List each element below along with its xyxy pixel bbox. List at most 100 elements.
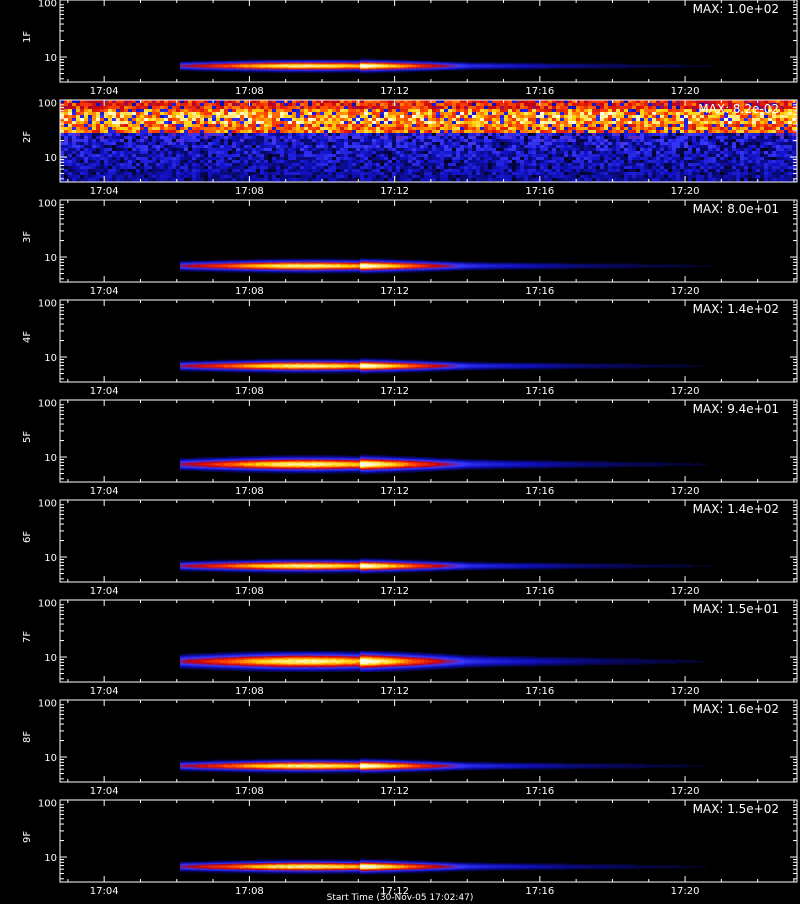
heatmap-cell [548, 172, 552, 175]
heatmap-cell [320, 121, 324, 124]
heatmap-cell [368, 139, 372, 142]
heatmap-cell [152, 112, 156, 115]
heatmap-cell [284, 109, 288, 112]
heatmap-cell [560, 124, 564, 127]
heatmap-cell [532, 136, 536, 139]
heatmap-cell [528, 130, 532, 133]
heatmap-cell [212, 154, 216, 157]
heatmap-cell [356, 136, 360, 139]
heatmap-cell [368, 163, 372, 166]
heatmap-cell [164, 139, 168, 142]
heatmap-cell [100, 133, 104, 136]
heatmap-cell [200, 172, 204, 175]
heatmap-cell [148, 178, 152, 181]
heatmap-cell [304, 109, 308, 112]
heatmap-cell [368, 169, 372, 172]
heatmap-cell [496, 142, 500, 145]
heatmap-cell [544, 169, 548, 172]
heatmap-cell [428, 124, 432, 127]
heatmap-cell [552, 166, 556, 169]
heatmap-cell [168, 115, 172, 118]
heatmap-cell [352, 175, 356, 178]
heatmap-cell [268, 139, 272, 142]
heatmap-cell [132, 148, 136, 151]
heatmap-cell [460, 175, 464, 178]
heatmap-cell [516, 160, 520, 163]
heatmap-cell [436, 127, 440, 130]
heatmap-cell [292, 169, 296, 172]
heatmap-cell [176, 145, 180, 148]
heatmap-cell [480, 136, 484, 139]
heatmap-cell [92, 172, 96, 175]
heatmap-cell [104, 154, 108, 157]
heatmap-cell [428, 121, 432, 124]
heatmap-cell [120, 103, 124, 106]
heatmap-cell [316, 169, 320, 172]
heatmap-cell [444, 112, 448, 115]
heatmap-cell [572, 163, 576, 166]
heatmap-cell [228, 172, 232, 175]
heatmap-cell [428, 145, 432, 148]
heatmap-cell [484, 178, 488, 181]
heatmap-cell [304, 154, 308, 157]
heatmap-cell [376, 166, 380, 169]
heatmap-cell [76, 178, 80, 181]
heatmap-cell [496, 139, 500, 142]
heatmap-cell [144, 169, 148, 172]
heatmap-cell [404, 148, 408, 151]
heatmap-cell [448, 133, 452, 136]
heatmap-cell [192, 115, 196, 118]
heatmap-cell [444, 121, 448, 124]
heatmap-cell [396, 178, 400, 181]
heatmap-cell [248, 169, 252, 172]
heatmap-cell [392, 145, 396, 148]
heatmap-cell [404, 151, 408, 154]
heatmap-cell [328, 130, 332, 133]
heatmap-cell [224, 160, 228, 163]
heatmap-cell [384, 172, 388, 175]
heatmap-cell [476, 133, 480, 136]
heatmap-cell [168, 172, 172, 175]
heatmap-cell [280, 148, 284, 151]
heatmap-cell [584, 109, 588, 112]
heatmap-cell [296, 133, 300, 136]
heatmap-cell [364, 112, 368, 115]
heatmap-cell [356, 118, 360, 121]
heatmap-cell [580, 130, 584, 133]
heatmap-cell [504, 112, 508, 115]
heatmap-cell [208, 71, 212, 72]
heatmap-cell [96, 169, 100, 172]
heatmap-cell [528, 142, 532, 145]
heatmap-cell [412, 178, 416, 181]
heatmap-cell [100, 175, 104, 178]
heatmap-cell [148, 160, 152, 163]
spectrogram-svg: 1001017:0417:0817:1217:1617:201FMAX: 1.0… [0, 0, 800, 900]
heatmap-cell [296, 178, 300, 181]
heatmap-cell [268, 112, 272, 115]
heatmap-cell [508, 175, 512, 178]
heatmap-cell [432, 178, 436, 181]
heatmap-cell [300, 103, 304, 106]
heatmap-cell [520, 172, 524, 175]
heatmap-cell [340, 172, 344, 175]
heatmap-cell [260, 172, 264, 175]
heatmap-cell [372, 169, 376, 172]
heatmap-cell [60, 115, 64, 118]
y-tick-label: 10 [44, 53, 57, 64]
heatmap-cell [172, 166, 176, 169]
heatmap-cell [560, 133, 564, 136]
heatmap-cell [248, 166, 252, 169]
heatmap-cell [336, 145, 340, 148]
heatmap-cell [240, 133, 244, 136]
heatmap-cell [68, 112, 72, 115]
heatmap-cell [96, 127, 100, 130]
heatmap-cell [464, 109, 468, 112]
heatmap-cell [292, 115, 296, 118]
heatmap-cell [204, 154, 208, 157]
heatmap-cell [616, 68, 620, 69]
heatmap-cell [404, 163, 408, 166]
heatmap-cell [460, 160, 464, 163]
heatmap-cell [204, 130, 208, 133]
heatmap-cell [336, 139, 340, 142]
heatmap-cell [308, 148, 312, 151]
